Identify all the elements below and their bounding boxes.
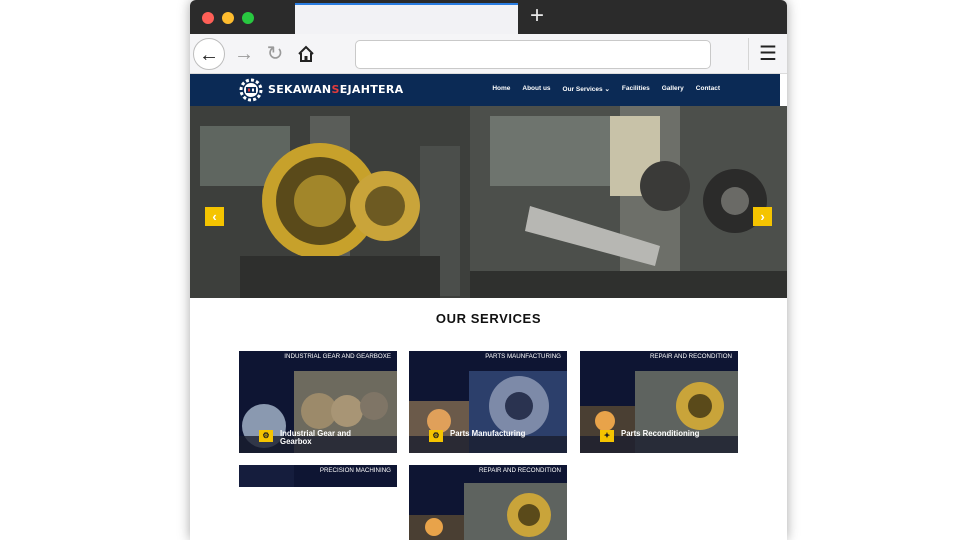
nav-facilities[interactable]: Facilities <box>622 85 650 93</box>
new-tab-button[interactable]: + <box>525 4 549 28</box>
back-button[interactable]: ← <box>193 38 225 70</box>
service-card-precision-machining[interactable]: PRECISION MACHINING <box>239 465 397 487</box>
nav-contact[interactable]: Contact <box>696 85 720 93</box>
chevron-right-icon: › <box>760 209 765 224</box>
card-caption: ⚙ Parts Manufacturing <box>429 430 550 442</box>
gear-icon: ⚙ <box>259 430 273 442</box>
service-card-repair-recondition[interactable]: REPAIR AND RECONDITION <box>409 465 567 540</box>
company-name-accent: S <box>331 83 340 96</box>
browser-window: + ← → ↻ ☰ SEKAWANSEJAHTERA Home About us… <box>190 0 787 540</box>
card-caption-text: Parts Reconditioning <box>621 429 700 438</box>
card-caption: ⚙ Industrial Gear and Gearbox <box>259 430 380 446</box>
navbar-edge <box>780 74 787 106</box>
hero-image <box>190 106 787 298</box>
address-bar[interactable] <box>355 40 711 69</box>
card-header: REPAIR AND RECONDITION <box>478 467 561 474</box>
browser-toolbar: ← → ↻ ☰ <box>190 34 787 74</box>
hamburger-menu-icon: ☰ <box>759 43 777 65</box>
card-caption-text: Parts Manufacturing <box>450 429 526 438</box>
close-window-button[interactable] <box>202 12 214 24</box>
card-header: PARTS MAUNFACTURING <box>485 353 561 360</box>
hero-prev-button[interactable]: ‹ <box>205 207 224 226</box>
company-name-part1: SEKAWAN <box>268 83 332 96</box>
company-logo-icon[interactable] <box>237 77 265 103</box>
company-name-part2: EJAHTERA <box>339 83 404 96</box>
nav-about-us[interactable]: About us <box>522 85 550 93</box>
company-name[interactable]: SEKAWANSEJAHTERA <box>268 83 403 96</box>
website: SEKAWANSEJAHTERA Home About us Our Servi… <box>190 74 787 540</box>
home-button[interactable] <box>290 38 322 70</box>
hero-slider: ‹ › <box>190 106 787 298</box>
gear-icon: ⚙ <box>429 430 443 442</box>
home-icon <box>298 45 314 62</box>
hero-next-button[interactable]: › <box>753 207 772 226</box>
tab-bar: + <box>190 0 787 34</box>
site-navbar: SEKAWANSEJAHTERA Home About us Our Servi… <box>190 74 780 106</box>
reload-button[interactable]: ↻ <box>259 38 291 70</box>
card-image-repair <box>409 465 567 540</box>
forward-button[interactable]: → <box>228 38 260 70</box>
arrow-right-icon: → <box>234 43 254 65</box>
arrow-left-icon: ← <box>199 44 219 66</box>
nav-home[interactable]: Home <box>492 85 510 93</box>
chevron-left-icon: ‹ <box>212 209 217 224</box>
services-heading: OUR SERVICES <box>435 311 542 326</box>
card-header: REPAIR AND RECONDITION <box>649 353 732 360</box>
tab-active[interactable] <box>295 3 518 34</box>
toolbar-divider <box>748 38 749 70</box>
card-header: PRECISION MACHINING <box>319 467 391 474</box>
nav-links: Home About us Our Services ⌄ Facilities … <box>492 85 720 93</box>
service-card-parts-reconditioning[interactable]: REPAIR AND RECONDITION ✦ Parts Reconditi… <box>580 351 738 453</box>
card-header: INDUSTRIAL GEAR AND GEARBOXE <box>284 353 391 360</box>
menu-button[interactable]: ☰ <box>752 38 784 70</box>
nav-our-services[interactable]: Our Services ⌄ <box>563 85 610 93</box>
nav-gallery[interactable]: Gallery <box>662 85 684 93</box>
minimize-window-button[interactable] <box>222 12 234 24</box>
card-caption: ✦ Parts Reconditioning <box>600 430 721 442</box>
bulb-icon: ✦ <box>600 430 614 442</box>
card-caption-text: Industrial Gear and Gearbox <box>280 429 352 446</box>
service-card-parts-manufacturing[interactable]: PARTS MAUNFACTURING ⚙ Parts Manufacturin… <box>409 351 567 453</box>
reload-icon: ↻ <box>266 43 284 65</box>
maximize-window-button[interactable] <box>242 12 254 24</box>
service-card-industrial-gear[interactable]: INDUSTRIAL GEAR AND GEARBOXE ⚙ Industria… <box>239 351 397 453</box>
